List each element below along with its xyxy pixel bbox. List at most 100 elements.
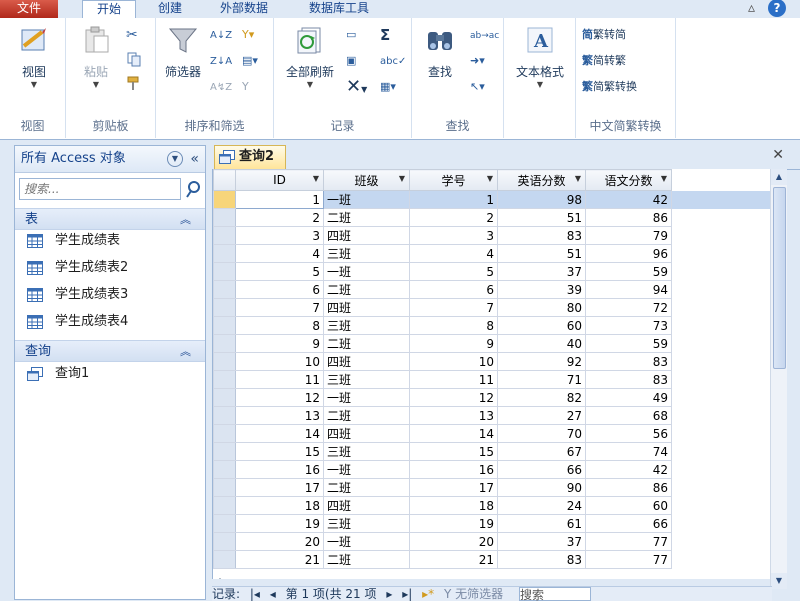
cell-chinese-score[interactable]: 72 [585, 298, 672, 317]
table-row[interactable]: 6 二班 6 39 94 [213, 280, 772, 299]
cell-english-score[interactable]: 82 [497, 388, 586, 407]
search-icon[interactable] [185, 178, 203, 200]
cell-class[interactable]: 二班 [323, 208, 410, 227]
cell-class[interactable]: 三班 [323, 316, 410, 335]
cell-class[interactable]: 二班 [323, 478, 410, 497]
cell-english-score[interactable]: 80 [497, 298, 586, 317]
nav-item-table[interactable]: 学生成绩表3 [27, 284, 128, 306]
cell-class[interactable]: 二班 [323, 406, 410, 425]
advanced-filter-button[interactable]: ▤▾ [242, 52, 258, 70]
cell-english-score[interactable]: 66 [497, 460, 586, 479]
tab-database-tools[interactable]: 数据库工具 [300, 0, 378, 18]
cell-chinese-score[interactable]: 86 [585, 478, 672, 497]
cell-chinese-score[interactable]: 74 [585, 442, 672, 461]
record-selector[interactable] [213, 388, 236, 407]
table-row[interactable]: 7 四班 7 80 72 [213, 298, 772, 317]
table-row[interactable]: 20 一班 20 37 77 [213, 532, 772, 551]
column-header-class[interactable]: 班级 ▼ [323, 169, 410, 191]
column-header-english[interactable]: 英语分数 ▼ [497, 169, 586, 191]
cell-id[interactable]: 11 [235, 370, 324, 389]
cell-student-no[interactable]: 14 [409, 424, 498, 443]
cell-english-score[interactable]: 27 [497, 406, 586, 425]
cell-english-score[interactable]: 51 [497, 208, 586, 227]
record-selector[interactable] [213, 496, 236, 515]
table-row[interactable]: 19 三班 19 61 66 [213, 514, 772, 533]
cell-english-score[interactable]: 83 [497, 226, 586, 245]
cell-class[interactable]: 四班 [323, 298, 410, 317]
cell-class[interactable]: 二班 [323, 550, 410, 569]
spelling-button[interactable]: abc✓ [380, 52, 406, 70]
cell-chinese-score[interactable]: 77 [585, 532, 672, 551]
cell-student-no[interactable]: 7 [409, 298, 498, 317]
record-selector[interactable] [213, 226, 236, 245]
save-record-button[interactable]: ▣ [346, 52, 356, 70]
cell-class[interactable]: 一班 [323, 388, 410, 407]
cell-class[interactable]: 四班 [323, 496, 410, 515]
record-selector[interactable] [213, 514, 236, 533]
document-tab-query2[interactable]: 查询2 [214, 145, 286, 169]
cell-class[interactable]: 三班 [323, 514, 410, 533]
close-icon[interactable]: ✕ [772, 147, 784, 163]
cell-english-score[interactable]: 92 [497, 352, 586, 371]
cell-id[interactable]: 7 [235, 298, 324, 317]
cell-chinese-score[interactable]: 96 [585, 244, 672, 263]
last-record-icon[interactable]: ▸| [402, 587, 412, 601]
cell-chinese-score[interactable]: 49 [585, 388, 672, 407]
cell-chinese-score[interactable]: 83 [585, 370, 672, 389]
simplified-to-traditional-button[interactable]: 繁简转繁 [582, 52, 626, 70]
cell-english-score[interactable]: 37 [497, 532, 586, 551]
cell-class[interactable]: 三班 [323, 244, 410, 263]
table-row[interactable]: 18 四班 18 24 60 [213, 496, 772, 515]
cell-class[interactable]: 一班 [323, 532, 410, 551]
cell-english-score[interactable]: 37 [497, 262, 586, 281]
traditional-to-simplified-button[interactable]: 简繁转简 [582, 26, 626, 44]
tab-file[interactable]: 文件 [0, 0, 58, 18]
table-row[interactable]: 15 三班 15 67 74 [213, 442, 772, 461]
cell-student-no[interactable]: 16 [409, 460, 498, 479]
record-position[interactable]: 第 1 项(共 21 项 [286, 587, 377, 601]
cell-student-no[interactable]: 9 [409, 334, 498, 353]
chevron-down-icon[interactable]: ▼ [575, 174, 581, 183]
cell-id[interactable]: 10 [235, 352, 324, 371]
record-search-input[interactable]: 搜索 [518, 587, 591, 601]
cell-student-no[interactable]: 10 [409, 352, 498, 371]
datasheet-grid[interactable]: ID ▼ 班级 ▼ 学号 ▼ 英语分数 ▼ 语文分数 ▼ 1 一班 1 98 42 2 二班 2 51 86… [212, 169, 785, 579]
minimize-ribbon-icon[interactable]: ▵ [748, 0, 755, 16]
cell-english-score[interactable]: 60 [497, 316, 586, 335]
table-row[interactable]: 10 四班 10 92 83 [213, 352, 772, 371]
cell-student-no[interactable]: 1 [409, 190, 498, 209]
record-selector[interactable] [213, 316, 236, 335]
copy-button[interactable] [126, 50, 144, 68]
next-record-icon[interactable]: ▸ [386, 587, 392, 601]
replace-button[interactable]: ab→ac [470, 26, 499, 44]
chevron-down-icon[interactable]: ▼ [399, 174, 405, 183]
cell-chinese-score[interactable]: 77 [585, 550, 672, 569]
filter-button[interactable]: 筛选器 [160, 24, 206, 80]
table-row[interactable]: 9 二班 9 40 59 [213, 334, 772, 353]
record-selector[interactable] [213, 370, 236, 389]
goto-button[interactable]: ➜▾ [470, 52, 485, 70]
record-selector[interactable] [213, 190, 236, 209]
nav-item-table[interactable]: 学生成绩表2 [27, 257, 128, 279]
cell-chinese-score[interactable]: 42 [585, 460, 672, 479]
tab-home[interactable]: 开始 [82, 0, 136, 20]
help-icon[interactable]: ? [768, 0, 786, 17]
record-selector[interactable] [213, 532, 236, 551]
cell-id[interactable]: 14 [235, 424, 324, 443]
cell-english-score[interactable]: 71 [497, 370, 586, 389]
cell-id[interactable]: 20 [235, 532, 324, 551]
cell-student-no[interactable]: 8 [409, 316, 498, 335]
table-row[interactable]: 17 二班 17 90 86 [213, 478, 772, 497]
column-header-id[interactable]: ID ▼ [235, 169, 324, 191]
cell-chinese-score[interactable]: 59 [585, 334, 672, 353]
cell-class[interactable]: 一班 [323, 262, 410, 281]
table-row[interactable]: 14 四班 14 70 56 [213, 424, 772, 443]
cell-chinese-score[interactable]: 68 [585, 406, 672, 425]
nav-search-input[interactable] [19, 178, 181, 200]
table-row[interactable]: 8 三班 8 60 73 [213, 316, 772, 335]
cell-chinese-score[interactable]: 83 [585, 352, 672, 371]
cell-student-no[interactable]: 17 [409, 478, 498, 497]
table-row[interactable]: 3 四班 3 83 79 [213, 226, 772, 245]
format-painter-button[interactable] [126, 74, 144, 92]
cell-class[interactable]: 四班 [323, 424, 410, 443]
